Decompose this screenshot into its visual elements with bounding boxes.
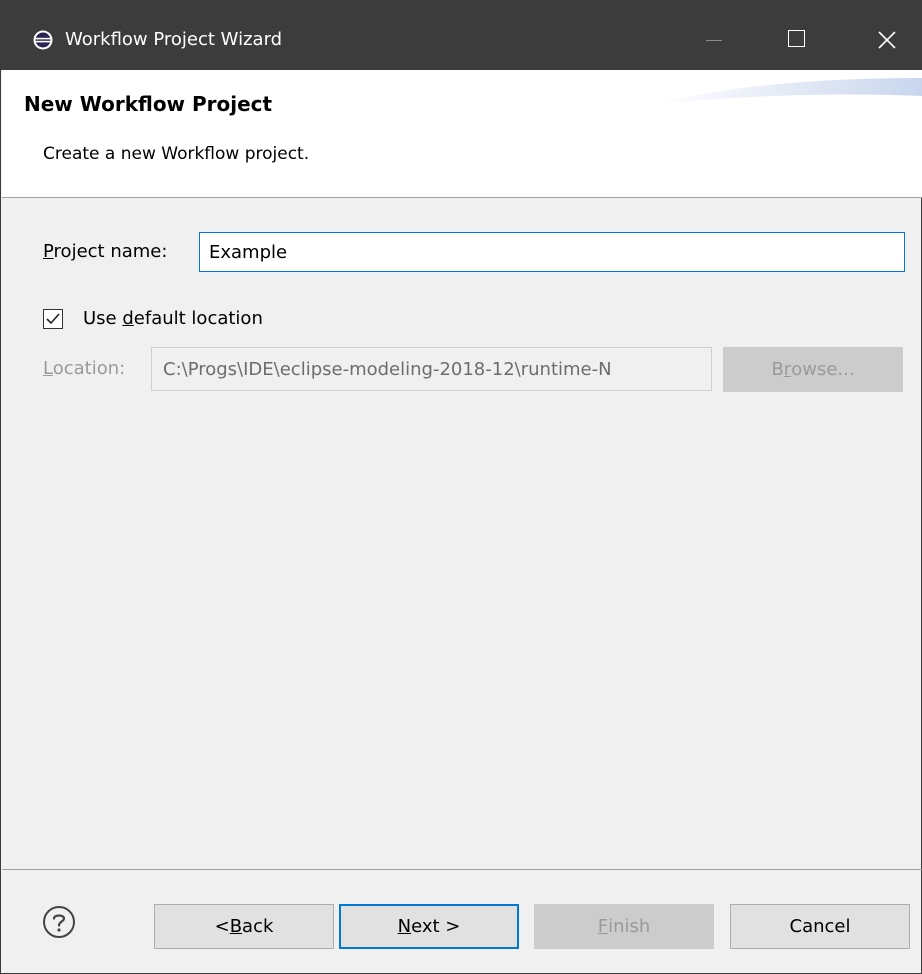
title-bar[interactable]: Workflow Project Wizard [1,0,922,70]
cancel-button[interactable]: Cancel [730,904,910,949]
finish-button[interactable]: Finish [534,904,714,949]
window-title: Workflow Project Wizard [65,29,283,50]
location-label: Location: [43,358,126,379]
help-icon[interactable] [42,905,76,943]
eclipse-icon [33,30,53,50]
use-default-location-label[interactable]: Use default location [83,307,263,331]
banner-decoration [652,78,922,105]
back-button[interactable]: < Back [154,904,334,949]
project-name-input[interactable] [199,232,905,272]
wizard-banner: New Workflow Project Create a new Workfl… [2,70,922,198]
maximize-icon [788,30,805,47]
page-title: New Workflow Project [24,92,273,116]
page-description: Create a new Workflow project. [43,144,310,164]
close-icon [878,31,896,49]
location-input[interactable] [151,347,712,391]
wizard-window: Workflow Project Wizard New Workflow Pro… [0,0,922,974]
button-bar-separator [2,869,922,870]
browse-button[interactable]: Br owse... [723,347,903,392]
minimize-button[interactable] [682,22,742,58]
next-button[interactable]: Next > [339,904,519,949]
use-default-location-checkbox[interactable] [43,309,63,329]
close-button[interactable] [859,22,913,58]
project-name-label: Project name: [43,241,168,262]
checkmark-icon [46,313,60,325]
maximize-button[interactable] [771,22,825,58]
minimize-icon [706,40,722,41]
